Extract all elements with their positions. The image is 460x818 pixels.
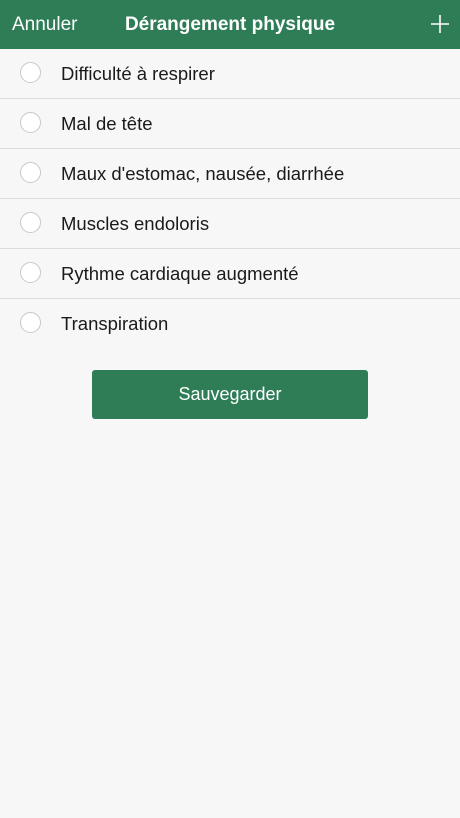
radio-button[interactable] (20, 112, 41, 133)
list-item[interactable]: Muscles endoloris (0, 199, 460, 249)
header-bar: Annuler Dérangement physique (0, 0, 460, 49)
list-item-label: Mal de tête (61, 113, 153, 134)
radio-button[interactable] (20, 212, 41, 233)
list-item-label: Difficulté à respirer (61, 63, 215, 84)
symptom-list: Difficulté à respirer Mal de tête Maux d… (0, 49, 460, 348)
plus-icon[interactable] (428, 12, 452, 36)
cancel-button[interactable]: Annuler (12, 0, 78, 49)
radio-button[interactable] (20, 262, 41, 283)
list-item[interactable]: Mal de tête (0, 99, 460, 149)
list-item[interactable]: Difficulté à respirer (0, 49, 460, 99)
radio-button[interactable] (20, 312, 41, 333)
list-item-label: Muscles endoloris (61, 213, 210, 234)
list-item-label: Maux d'estomac, nausée, diarrhée (61, 163, 345, 184)
list-item[interactable]: Maux d'estomac, nausée, diarrhée (0, 149, 460, 199)
list-item[interactable]: Rythme cardiaque augmenté (0, 249, 460, 299)
radio-button[interactable] (20, 162, 41, 183)
save-button[interactable]: Sauvegarder (92, 370, 368, 419)
list-item-label: Rythme cardiaque augmenté (61, 263, 299, 284)
list-item-label: Transpiration (61, 313, 169, 334)
list-item[interactable]: Transpiration (0, 299, 460, 348)
radio-button[interactable] (20, 62, 41, 83)
